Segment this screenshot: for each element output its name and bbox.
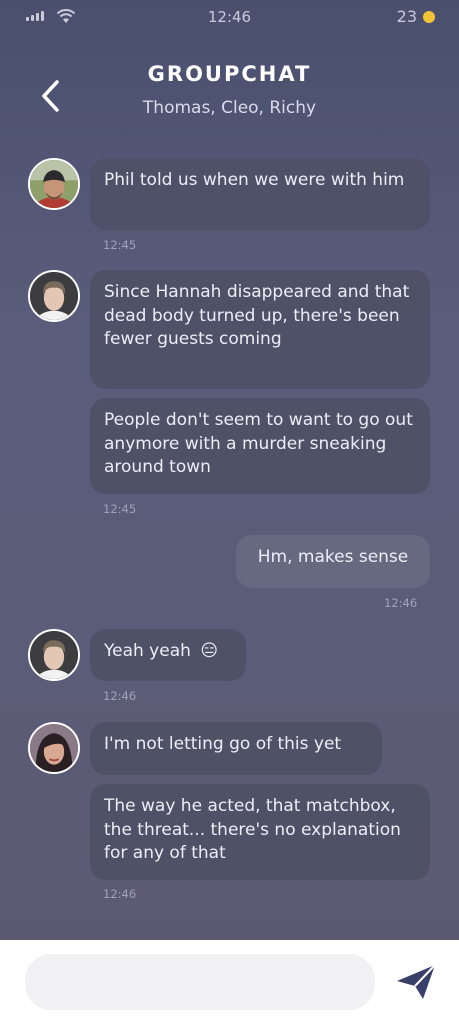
message-input[interactable] — [25, 954, 375, 1010]
status-bar: 12:46 23 — [0, 0, 459, 34]
message-bubble: Yeah yeah 😑 — [90, 629, 246, 681]
message-time: 12:45 — [103, 502, 137, 516]
message-time: 12:46 — [103, 689, 137, 703]
send-icon[interactable] — [395, 962, 437, 1002]
avatar-beanie-man[interactable] — [28, 158, 80, 210]
chat-screen: 12:46 23 GROUPCHAT Thomas, Cleo, Richy P… — [0, 0, 459, 940]
message-bubble: Since Hannah disappeared and that dead b… — [90, 270, 430, 389]
expressionless-emoji-icon: 😑 — [200, 641, 219, 661]
message-time: 12:46 — [103, 887, 137, 901]
message-bubble: The way he acted, that matchbox, the thr… — [90, 784, 430, 880]
composer-bar — [0, 940, 459, 1024]
message-time: 12:45 — [103, 238, 137, 252]
message-bubble: People don't seem to want to go out anym… — [90, 398, 430, 494]
coin-count: 23 — [396, 7, 417, 26]
coin-icon — [423, 10, 435, 23]
own-message-bubble: Hm, makes sense — [236, 535, 430, 588]
message-bubble: I'm not letting go of this yet — [90, 722, 382, 775]
chat-title: GROUPCHAT — [147, 62, 312, 86]
avatar-blond-man[interactable] — [28, 270, 80, 322]
coin-balance: 23 — [397, 7, 435, 26]
avatar-dark-hair-woman[interactable] — [28, 722, 80, 774]
message-time: 12:46 — [384, 596, 418, 610]
status-time: 12:46 — [207, 8, 252, 26]
chat-participants: Thomas, Cleo, Richy — [142, 98, 317, 118]
message-bubble: Phil told us when we were with him — [90, 158, 430, 230]
avatar-blond-man[interactable] — [28, 629, 80, 681]
